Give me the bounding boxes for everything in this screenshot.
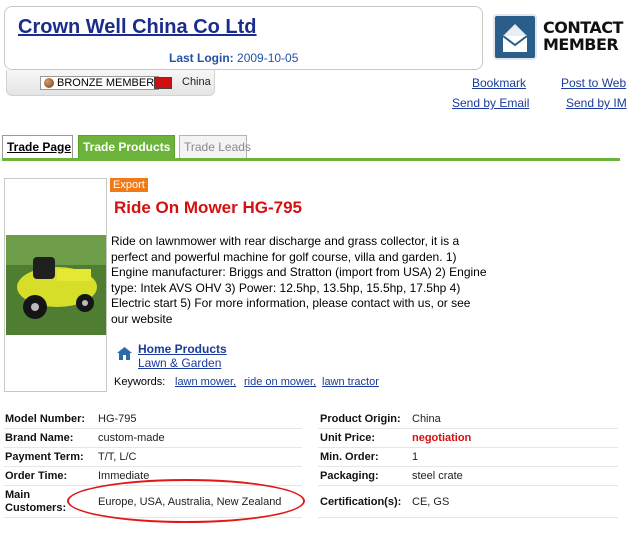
last-login-date: 2009-10-05 <box>237 51 299 65</box>
main-customers-label-line2: Customers: <box>5 502 67 514</box>
detail-row: Model Number: HG-795 <box>4 410 302 429</box>
certification-label: Certification(s): <box>320 496 402 508</box>
keyword-link[interactable]: lawn tractor <box>322 376 379 388</box>
detail-row: Product Origin: China <box>318 410 618 429</box>
product-description: Ride on lawnmower with rear discharge an… <box>111 234 487 326</box>
payment-term-value: T/T, L/C <box>98 451 137 463</box>
order-time-label: Order Time: <box>5 470 68 482</box>
contact-member-button[interactable]: CONTACT MEMBER <box>493 14 625 62</box>
last-login: Last Login: 2009-10-05 <box>169 51 298 65</box>
bronze-member-badge: BRONZE MEMBER <box>40 76 160 90</box>
house-icon <box>116 346 133 361</box>
bronze-member-label: BRONZE MEMBER <box>57 77 155 89</box>
contact-label-line1: CONTACT <box>543 18 623 37</box>
send-by-im-link[interactable]: Send by IM <box>566 96 627 110</box>
product-origin-value: China <box>412 413 441 425</box>
medal-icon <box>44 78 54 88</box>
china-flag-icon <box>154 77 172 89</box>
country-label: China <box>182 76 211 88</box>
keyword-link[interactable]: lawn mower, <box>175 376 236 388</box>
min-order-label: Min. Order: <box>320 451 379 463</box>
company-name-link[interactable]: Crown Well China Co Ltd <box>18 16 257 39</box>
payment-term-label: Payment Term: <box>5 451 84 463</box>
contact-label-line2: MEMBER <box>543 35 619 54</box>
model-number-label: Model Number: <box>5 413 86 425</box>
product-image-frame[interactable] <box>4 178 107 392</box>
tab-trade-products[interactable]: Trade Products <box>78 135 175 159</box>
send-by-email-link[interactable]: Send by Email <box>452 96 529 110</box>
mower-image <box>6 235 106 335</box>
envelope-icon <box>493 14 537 60</box>
tab-trade-leads[interactable]: Trade Leads <box>179 135 251 159</box>
unit-price-label: Unit Price: <box>320 432 376 444</box>
contact-member-label: CONTACT MEMBER <box>543 19 623 53</box>
last-login-label: Last Login: <box>169 51 234 65</box>
brand-name-value: custom-made <box>98 432 165 444</box>
detail-row: Unit Price: negotiation <box>318 429 618 448</box>
detail-row: Packaging: steel crate <box>318 467 618 486</box>
product-origin-label: Product Origin: <box>320 413 401 425</box>
category-home-products-link[interactable]: Home Products <box>138 342 227 356</box>
member-info-bar: BRONZE MEMBER China <box>6 70 215 96</box>
keyword-link[interactable]: ride on mower, <box>244 376 316 388</box>
main-customers-label-line1: Main <box>5 489 31 501</box>
red-highlight-circle <box>67 479 305 523</box>
packaging-label: Packaging: <box>320 470 379 482</box>
company-header: Crown Well China Co Ltd Last Login: 2009… <box>4 6 483 70</box>
detail-row: Certification(s): CE, GS <box>318 486 618 518</box>
keywords-label: Keywords: <box>114 376 166 388</box>
model-number-value: HG-795 <box>98 413 137 425</box>
bookmark-link[interactable]: Bookmark <box>472 76 526 90</box>
category-lawn-garden-link[interactable]: Lawn & Garden <box>138 356 221 370</box>
tab-trade-page[interactable]: Trade Page <box>2 135 73 159</box>
brand-name-label: Brand Name: <box>5 432 74 444</box>
detail-row: Min. Order: 1 <box>318 448 618 467</box>
unit-price-value: negotiation <box>412 432 472 444</box>
certification-value: CE, GS <box>412 496 450 508</box>
packaging-value: steel crate <box>412 470 463 482</box>
detail-row: Payment Term: T/T, L/C <box>4 448 302 467</box>
product-title: Ride On Mower HG-795 <box>114 198 302 217</box>
tab-divider <box>2 158 620 161</box>
min-order-value: 1 <box>412 451 419 463</box>
post-to-web-link[interactable]: Post to Web <box>561 76 626 90</box>
detail-row: Brand Name: custom-made <box>4 429 302 448</box>
export-badge: Export <box>110 178 148 192</box>
